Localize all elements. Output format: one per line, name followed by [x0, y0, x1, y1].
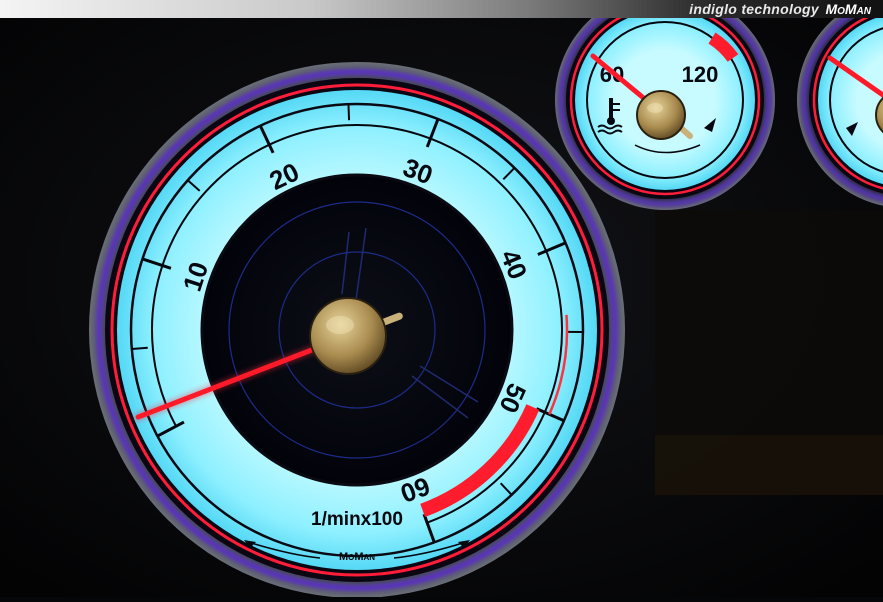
temperature-gauge-hub [637, 91, 685, 139]
banner-brand: MoMan [825, 1, 871, 17]
instrument-cluster-svg: 102030405060 1/minx100 MoMan [0, 18, 883, 597]
temperature-hub-highlight [647, 103, 663, 113]
top-banner: indiglo technology MoMan [0, 0, 883, 18]
tachometer-hub-highlight [326, 316, 354, 334]
instrument-cluster-photo: 102030405060 1/minx100 MoMan [0, 18, 883, 597]
tachometer-brand-label: MoMan [339, 551, 375, 563]
tachometer-dial: 102030405060 1/minx100 MoMan [89, 62, 625, 597]
tachometer-tick [348, 104, 349, 120]
temperature-label-120: 120 [682, 62, 719, 87]
display-panel-amber-glow [655, 435, 883, 495]
banner-text: indiglo technology [689, 1, 819, 17]
tachometer-unit-label: 1/minx100 [311, 509, 403, 530]
tachometer-hub [310, 298, 386, 374]
tachometer-tick [132, 348, 148, 349]
